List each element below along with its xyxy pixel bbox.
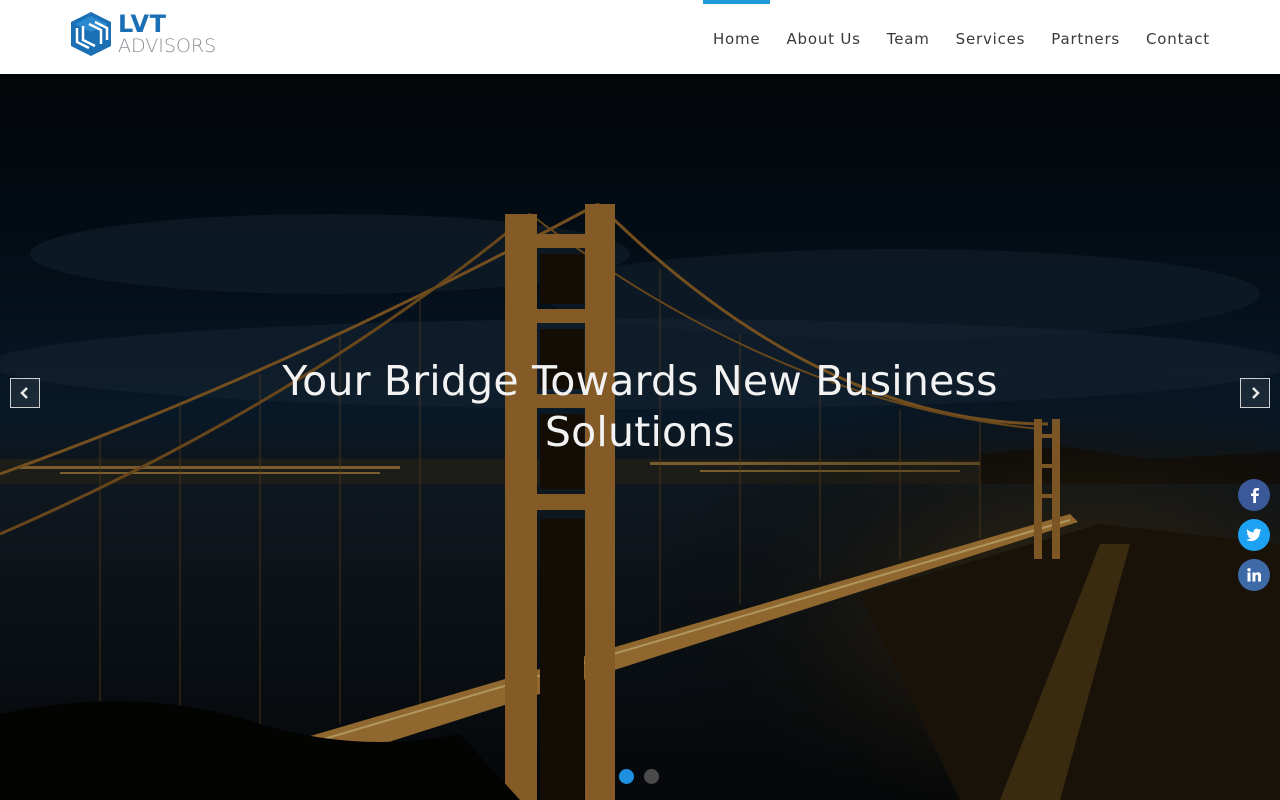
nav-team[interactable]: Team: [874, 0, 943, 74]
linkedin-link[interactable]: [1238, 559, 1270, 591]
chevron-right-icon: [1252, 387, 1260, 399]
facebook-icon: [1251, 488, 1259, 503]
nav-partners[interactable]: Partners: [1038, 0, 1133, 74]
twitter-icon: [1246, 528, 1262, 542]
brand-name-bottom: ADVISORS: [118, 35, 217, 57]
slider-dot-1[interactable]: [619, 769, 634, 784]
slider-pagination: [619, 769, 659, 784]
main-nav: Home About Us Team Services Partners Con…: [700, 0, 1223, 74]
nav-home[interactable]: Home: [700, 0, 774, 74]
nav-services[interactable]: Services: [943, 0, 1039, 74]
nav-about-us[interactable]: About Us: [773, 0, 873, 74]
hero-title: Your Bridge Towards New Business Solutio…: [282, 357, 998, 456]
brand-logo-link[interactable]: LVT ADVISORS: [69, 10, 219, 58]
cube-logo-icon: [71, 12, 111, 56]
twitter-link[interactable]: [1238, 519, 1270, 551]
chevron-left-icon: [20, 387, 28, 399]
slider-next-button[interactable]: [1240, 378, 1270, 408]
brand-name-top: LVT: [118, 10, 167, 38]
hero-slider: Your Bridge Towards New Business Solutio…: [0, 74, 1280, 800]
facebook-link[interactable]: [1238, 479, 1270, 511]
nav-contact[interactable]: Contact: [1133, 0, 1223, 74]
slider-dot-2[interactable]: [644, 769, 659, 784]
slider-prev-button[interactable]: [10, 378, 40, 408]
site-header: LVT ADVISORS Home About Us Team Services…: [0, 0, 1280, 74]
linkedin-icon: [1247, 568, 1261, 582]
